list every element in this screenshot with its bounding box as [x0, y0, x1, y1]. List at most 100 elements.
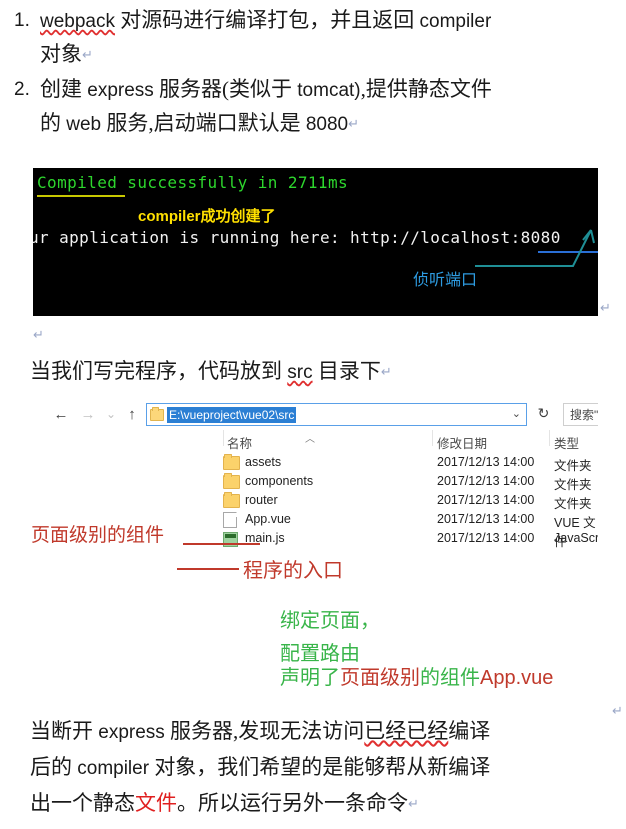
up-arrow-icon[interactable]: ↑	[122, 404, 142, 424]
terminal-blue-annotation: 侦听端口	[413, 272, 478, 289]
column-header-type[interactable]: 类型	[554, 433, 579, 452]
forward-arrow-icon[interactable]: →	[78, 404, 98, 424]
inline-code-web: web	[66, 114, 102, 135]
list-item-text-a: 创建	[40, 77, 88, 101]
file-name: router	[245, 493, 278, 507]
file-date: 2017/12/13 14:00	[437, 474, 535, 488]
explorer-column-headers: 名称 ︿ 修改日期 类型	[33, 428, 598, 453]
inline-code-webpack: webpack	[40, 11, 115, 32]
vue-file-icon	[223, 512, 237, 528]
inline-code-tomcat: tomcat)	[297, 80, 361, 101]
inline-code-src: src	[287, 362, 313, 383]
bp-l1-c: 编译	[448, 719, 491, 743]
numbered-list: 1. webpack 对源码进行编译打包，并且返回 compiler 对象↵ 2…	[14, 4, 614, 141]
bp-l3-b: 。所以运行另外一条命令	[177, 791, 408, 815]
bottom-paragraph-line1: 当断开 express 服务器,发现无法访问已经已经编译	[30, 714, 600, 750]
inline-code-compiler-2: compiler	[77, 758, 150, 779]
list-item-line2: 对象↵	[40, 38, 614, 71]
annotation-bind-page: 绑定页面，	[280, 610, 380, 632]
list-item-line2-a: 的	[40, 111, 67, 135]
annotation-declare-red-1: 页面级别	[340, 667, 420, 689]
terminal-success-line: Compiled successfully in 2711ms	[37, 173, 349, 192]
terminal-pointer-arrow	[475, 229, 595, 267]
terminal-screenshot: Compiled successfully in 2711ms compiler…	[33, 168, 598, 316]
table-row[interactable]: components 2017/12/13 14:00 文件夹	[33, 472, 598, 492]
bp-l2-a: 后的	[30, 755, 78, 779]
explorer-toolbar: ← → ⌄ ↑ E:\vueproject\vue02\src ⌄ ↻ 搜索"s	[33, 400, 598, 428]
column-header-date[interactable]: 修改日期	[437, 433, 487, 452]
bottom-paragraph-line3: 出一个静态文件。所以运行另外一条命令↵	[30, 786, 600, 821]
column-header-name[interactable]: 名称	[227, 433, 252, 452]
terminal-yellow-annotation: compiler成功创建了	[138, 208, 276, 225]
search-input[interactable]: 搜索"s	[563, 403, 598, 426]
file-name: App.vue	[245, 512, 291, 526]
history-chevron-down-icon[interactable]: ⌄	[101, 404, 121, 424]
pilcrow-mark-blank: ↵	[33, 327, 44, 342]
list-item-body: 创建 express 服务器(类似于 tomcat),提供静态文件 的 web …	[40, 73, 614, 141]
list-item-text: 对源码进行编译打包，并且返回	[115, 8, 420, 32]
bp-l2-b: 对象，我们希望的是能够帮从新编译	[149, 755, 491, 779]
table-row[interactable]: assets 2017/12/13 14:00 文件夹	[33, 453, 598, 473]
mid-paragraph: 当我们写完程序，代码放到 src 目录下↵	[30, 356, 392, 388]
address-chevron-down-icon[interactable]: ⌄	[512, 407, 521, 420]
folder-icon	[223, 473, 240, 489]
search-input-value: 搜索"s	[570, 408, 598, 422]
folder-icon	[223, 492, 240, 508]
mid-paragraph-text-b: 目录下	[312, 359, 381, 383]
bp-l1-a: 当断开	[30, 719, 99, 743]
file-date: 2017/12/13 14:00	[437, 531, 535, 545]
port-number: 8080	[305, 114, 349, 135]
bottom-paragraph-line2: 后的 compiler 对象，我们希望的是能够帮从新编译	[30, 750, 600, 786]
refresh-icon[interactable]: ↻	[534, 404, 553, 423]
list-item-line2: 的 web 服务,启动端口默认是 8080↵	[40, 107, 614, 141]
list-item-line2-b: 服务,启动端口默认是	[101, 111, 306, 135]
mid-paragraph-text-a: 当我们写完程序，代码放到	[30, 359, 288, 383]
inline-code-compiler: compiler	[419, 11, 492, 32]
bp-l1-b: 服务器,发现无法访问	[164, 719, 365, 743]
list-item-text-b: 服务器(类似于	[153, 77, 298, 101]
file-date: 2017/12/13 14:00	[437, 455, 535, 469]
annotation-leader-line-entry	[177, 568, 239, 570]
file-type: JavaScript	[554, 531, 598, 545]
pilcrow-mark-terminal: ↵	[600, 300, 611, 315]
annotation-declare-red-2: App.vue	[480, 667, 554, 689]
terminal-olive-underline	[37, 195, 125, 197]
bottom-paragraph: 当断开 express 服务器,发现无法访问已经已经编译 后的 compiler…	[30, 714, 600, 821]
file-name: assets	[245, 455, 282, 469]
column-separator	[223, 430, 224, 446]
pilcrow-mark-bottom-top: ↵	[612, 703, 623, 718]
back-arrow-icon[interactable]: ←	[51, 404, 71, 424]
table-row[interactable]: router 2017/12/13 14:00 文件夹	[33, 491, 598, 511]
folder-icon	[150, 406, 164, 421]
list-item-line2-text: 对象	[40, 42, 82, 66]
list-item-number: 1.	[14, 10, 30, 31]
annotation-page-component: 页面级别的组件	[31, 525, 165, 546]
column-separator	[432, 430, 433, 446]
file-name: components	[245, 474, 314, 488]
annotation-declare-part-a: 声明了	[280, 667, 340, 689]
column-separator	[549, 430, 550, 446]
address-bar[interactable]: E:\vueproject\vue02\src ⌄	[146, 403, 527, 426]
list-item-text-c: ,提供静态文件	[360, 77, 492, 101]
address-bar-value: E:\vueproject\vue02\src	[167, 406, 297, 423]
pilcrow-mark: ↵	[408, 796, 419, 811]
document-page: 1. webpack 对源码进行编译打包，并且返回 compiler 对象↵ 2…	[0, 0, 626, 829]
folder-icon	[223, 454, 240, 470]
file-date: 2017/12/13 14:00	[437, 493, 535, 507]
pilcrow-mark: ↵	[82, 47, 93, 62]
js-file-icon	[223, 532, 238, 547]
pilcrow-mark: ↵	[380, 364, 392, 379]
bp-l1-spellcheck: 已经已经	[364, 719, 449, 743]
bp-l3-a: 出一个静态	[30, 791, 135, 815]
sort-ascending-caret-icon: ︿	[305, 434, 315, 445]
inline-code-express-2: express	[98, 722, 165, 743]
annotation-declare-component: 声明了页面级别的组件App.vue	[280, 661, 553, 690]
annotation-underline-appvue	[183, 543, 260, 545]
file-date: 2017/12/13 14:00	[437, 512, 535, 526]
annotation-program-entry: 程序的入口	[243, 560, 343, 582]
bp-l3-red: 文件	[135, 791, 177, 815]
list-item-number: 2.	[14, 79, 30, 100]
inline-code-express: express	[87, 80, 154, 101]
list-item: 2. 创建 express 服务器(类似于 tomcat),提供静态文件 的 w…	[14, 73, 614, 141]
list-item: 1. webpack 对源码进行编译打包，并且返回 compiler 对象↵	[14, 4, 614, 71]
